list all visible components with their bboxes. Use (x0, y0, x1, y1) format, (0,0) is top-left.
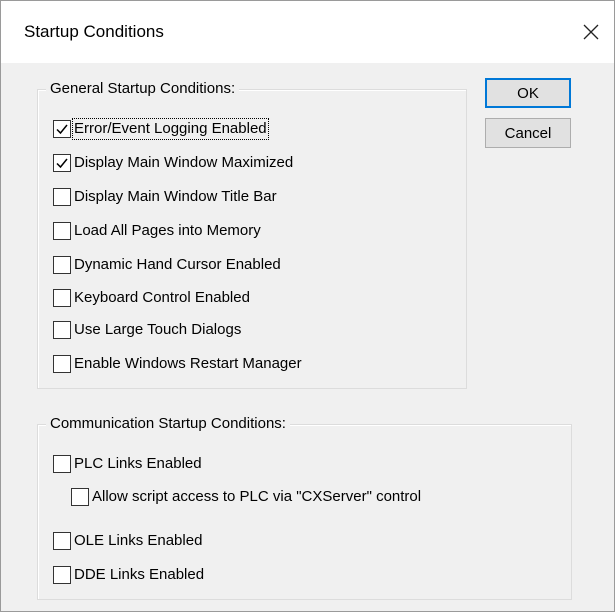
checkbox-box[interactable] (53, 321, 71, 339)
checkbox-plc-links[interactable]: PLC Links Enabled (53, 453, 203, 475)
checkbox-label: Use Large Touch Dialogs (74, 321, 242, 338)
close-button[interactable] (568, 10, 614, 54)
checkbox-box[interactable] (53, 188, 71, 206)
checkbox-load-all-pages[interactable]: Load All Pages into Memory (53, 220, 262, 242)
checkbox-display-main-window-title-bar[interactable]: Display Main Window Title Bar (53, 186, 278, 208)
checkbox-label: OLE Links Enabled (74, 532, 203, 549)
startup-conditions-dialog: Startup Conditions General Startup Condi… (0, 0, 615, 612)
checkbox-box[interactable] (53, 154, 71, 172)
checkbox-label: Display Main Window Maximized (74, 154, 294, 171)
dialog-title: Startup Conditions (24, 22, 164, 41)
checkbox-box[interactable] (53, 289, 71, 307)
checkbox-ole-links[interactable]: OLE Links Enabled (53, 530, 203, 552)
checkmark-icon (56, 158, 68, 169)
checkbox-box[interactable] (53, 355, 71, 373)
cancel-button[interactable]: Cancel (485, 118, 571, 148)
checkbox-label: DDE Links Enabled (74, 566, 205, 583)
checkbox-keyboard-control[interactable]: Keyboard Control Enabled (53, 287, 251, 309)
ok-button[interactable]: OK (485, 78, 571, 108)
checkbox-display-main-window-maximized[interactable]: Display Main Window Maximized (53, 152, 294, 174)
checkbox-label: Dynamic Hand Cursor Enabled (74, 256, 281, 273)
checkbox-box[interactable] (53, 455, 71, 473)
checkbox-label: Allow script access to PLC via "CXServer… (92, 488, 422, 505)
checkbox-box[interactable] (53, 120, 71, 138)
checkbox-label: Error/Event Logging Enabled (72, 118, 269, 140)
checkbox-label: PLC Links Enabled (74, 455, 202, 472)
close-icon (583, 24, 599, 40)
checkbox-box[interactable] (53, 222, 71, 240)
checkbox-dynamic-hand-cursor[interactable]: Dynamic Hand Cursor Enabled (53, 254, 282, 276)
checkbox-box[interactable] (71, 488, 89, 506)
checkbox-box[interactable] (53, 532, 71, 550)
communication-startup-legend: Communication Startup Conditions: (46, 415, 290, 433)
checkbox-dde-links[interactable]: DDE Links Enabled (53, 564, 205, 586)
checkmark-icon (56, 124, 68, 135)
checkbox-error-event-logging[interactable]: Error/Event Logging Enabled (53, 118, 269, 140)
checkbox-label: Keyboard Control Enabled (74, 289, 250, 306)
title-bar: Startup Conditions (1, 1, 614, 63)
checkbox-label: Load All Pages into Memory (74, 222, 261, 239)
checkbox-allow-script-access-plc[interactable]: Allow script access to PLC via "CXServer… (71, 486, 422, 508)
general-startup-legend: General Startup Conditions: (46, 80, 240, 98)
checkbox-windows-restart-manager[interactable]: Enable Windows Restart Manager (53, 353, 303, 375)
checkbox-label: Enable Windows Restart Manager (74, 355, 302, 372)
checkbox-large-touch-dialogs[interactable]: Use Large Touch Dialogs (53, 319, 242, 341)
checkbox-box[interactable] (53, 256, 71, 274)
checkbox-box[interactable] (53, 566, 71, 584)
checkbox-label: Display Main Window Title Bar (74, 188, 277, 205)
